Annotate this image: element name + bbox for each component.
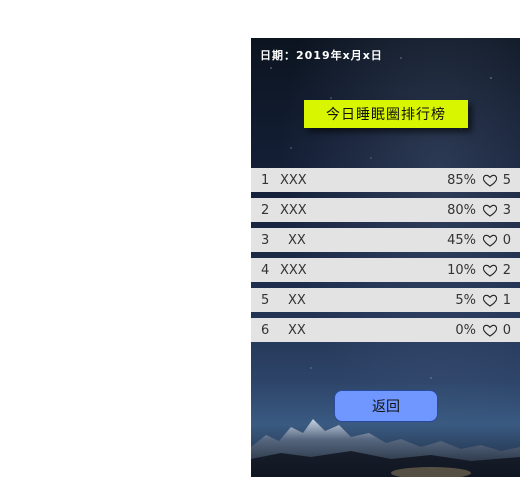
rank-number: 6 <box>261 322 270 338</box>
ranking-row: 4 XXX 10% 2 <box>251 258 520 282</box>
sleep-ranking-screen: 日期：2019年x月x日 今日睡眠圈排行榜 1 XXX 85% 5 2 XXX … <box>251 38 520 477</box>
ranking-row: 3 XX 45% 0 <box>251 228 520 252</box>
rank-number: 1 <box>261 172 270 188</box>
ranking-title: 今日睡眠圈排行榜 <box>304 100 468 128</box>
like-count: 3 <box>502 202 511 218</box>
sleep-percent: 45% <box>447 232 476 248</box>
heart-icon[interactable] <box>482 232 498 248</box>
heart-icon[interactable] <box>482 262 498 278</box>
ranking-row: 1 XXX 85% 5 <box>251 168 520 192</box>
rank-number: 3 <box>261 232 270 248</box>
ranking-row: 5 XX 5% 1 <box>251 288 520 312</box>
sleep-percent: 0% <box>455 322 476 338</box>
sleep-percent: 10% <box>447 262 476 278</box>
like-count: 0 <box>502 322 511 338</box>
ranking-row: 6 XX 0% 0 <box>251 318 520 342</box>
sleep-percent: 5% <box>455 292 476 308</box>
rank-number: 5 <box>261 292 270 308</box>
like-count: 2 <box>502 262 511 278</box>
user-name: XXX <box>280 172 307 188</box>
heart-icon[interactable] <box>482 172 498 188</box>
user-name: XXX <box>280 202 307 218</box>
like-count: 1 <box>502 292 511 308</box>
sleep-percent: 85% <box>447 172 476 188</box>
heart-icon[interactable] <box>482 292 498 308</box>
heart-icon[interactable] <box>482 202 498 218</box>
rank-number: 4 <box>261 262 270 278</box>
like-count: 0 <box>502 232 511 248</box>
user-name: XX <box>288 232 306 248</box>
date-label: 日期：2019年x月x日 <box>260 49 383 62</box>
sleep-percent: 80% <box>447 202 476 218</box>
user-name: XXX <box>280 262 307 278</box>
user-name: XX <box>288 292 306 308</box>
ranking-list: 1 XXX 85% 5 2 XXX 80% 3 3 XX 45% 0 4 XXX… <box>251 168 520 348</box>
like-count: 5 <box>502 172 511 188</box>
heart-icon[interactable] <box>482 322 498 338</box>
rank-number: 2 <box>261 202 270 218</box>
ranking-row: 2 XXX 80% 3 <box>251 198 520 222</box>
back-button[interactable]: 返回 <box>334 390 438 422</box>
user-name: XX <box>288 322 306 338</box>
